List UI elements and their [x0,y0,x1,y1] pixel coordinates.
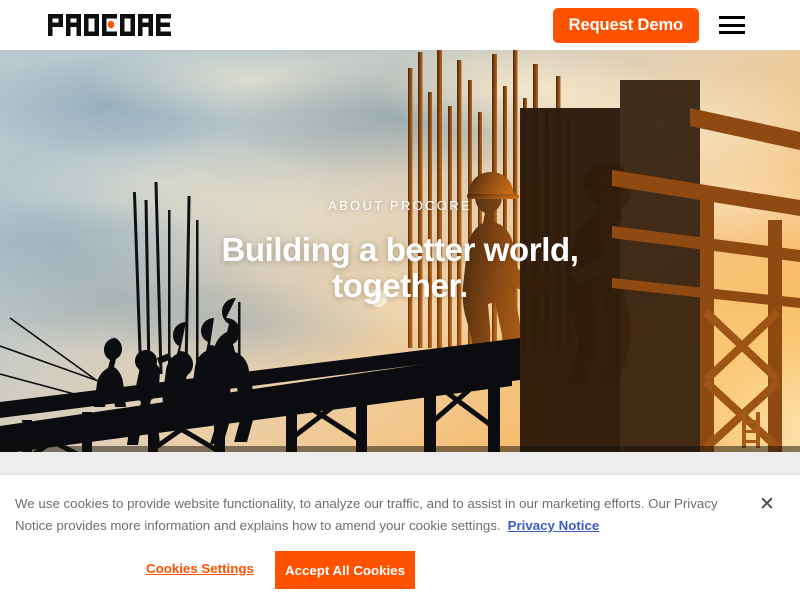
procore-logo[interactable] [48,14,182,36]
logo-accent-dot [107,20,115,29]
hamburger-menu-icon[interactable] [719,14,745,36]
request-demo-button[interactable]: Request Demo [552,8,699,43]
cookies-settings-link[interactable]: Cookies Settings [146,561,254,576]
hamburger-bar [719,16,745,19]
accept-all-cookies-button[interactable]: Accept All Cookies [275,551,415,589]
hamburger-bar [719,23,745,27]
privacy-notice-link[interactable]: Privacy Notice [508,518,600,533]
hero-background-image [0,50,800,452]
hero-section: ABOUT PROCORE Building a better world, t… [0,50,800,452]
site-header: Request Demo [0,0,800,50]
close-x-icon[interactable]: ✕ [755,492,779,516]
cookie-message-text: We use cookies to provide website functi… [15,496,718,533]
page-root: Request Demo ABOUT PROCORE Building a be… [0,0,800,600]
cookie-message: We use cookies to provide website functi… [15,493,727,537]
hamburger-bar [719,31,745,34]
